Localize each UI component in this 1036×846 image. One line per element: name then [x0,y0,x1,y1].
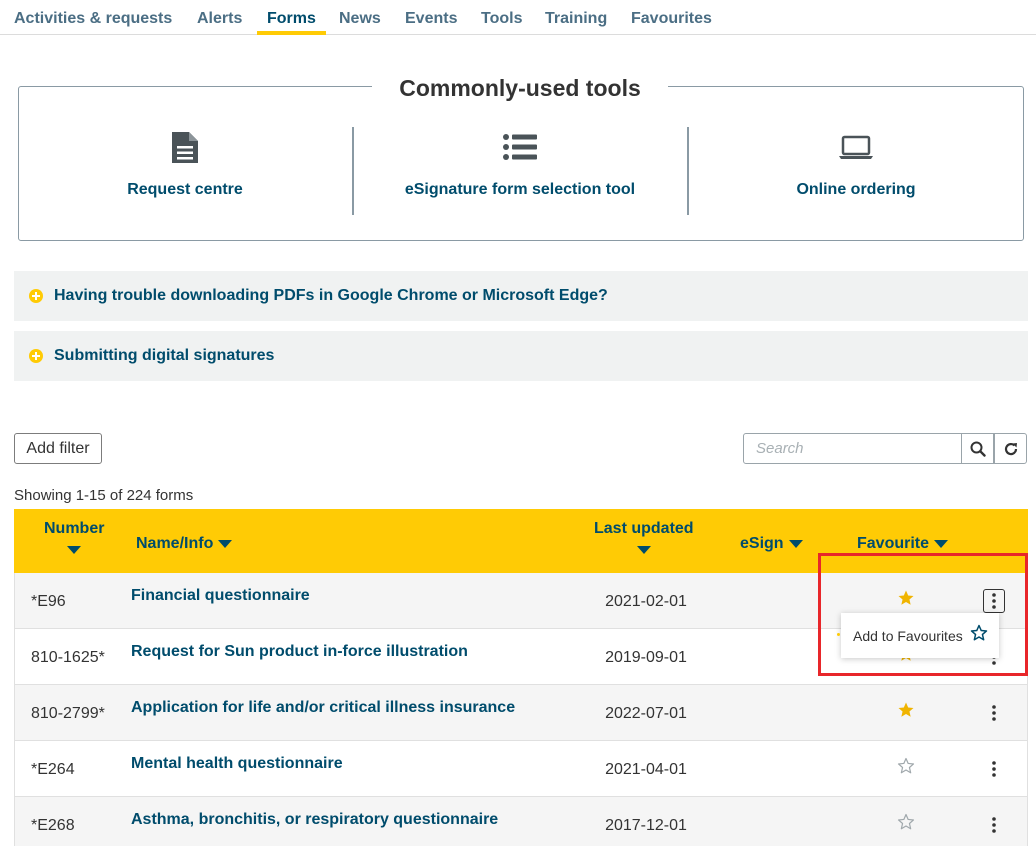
form-name-link[interactable]: Financial questionnaire [131,587,310,605]
accordion-pdf-download-help[interactable]: Having trouble downloading PDFs in Googl… [14,271,1028,321]
tool-online-ordering[interactable]: Online ordering [689,130,1023,199]
form-name-link[interactable]: Application for life and/or critical ill… [131,699,515,717]
header-label: eSign [740,535,784,552]
star-outline-icon[interactable] [897,813,917,833]
tool-label: Online ordering [796,181,916,198]
kebab-icon [992,817,996,833]
star-filled-icon[interactable] [897,701,917,721]
accordion-label: Submitting digital signatures [54,347,275,364]
tab-news[interactable]: News [339,10,381,28]
tool-esignature-selection[interactable]: eSignature form selection tool [353,130,687,199]
sort-caret-icon [218,539,233,548]
form-number: *E268 [31,817,75,834]
kebab-icon [992,705,996,721]
document-icon [18,130,352,164]
form-name-link[interactable]: Mental health questionnaire [131,755,343,773]
column-header-name[interactable]: Name/Info [136,535,233,553]
sort-caret-icon [67,546,82,554]
last-updated-date: 2022-07-01 [605,705,687,722]
header-label: Name/Info [136,535,214,552]
more-options-button[interactable] [983,589,1005,613]
menu-item-label: Add to Favourites [853,627,963,644]
list-icon [353,130,687,164]
last-updated-date: 2021-04-01 [605,761,687,778]
form-number: 810-2799* [31,705,105,722]
more-options-button[interactable] [983,813,1005,837]
refresh-icon [1004,442,1017,455]
header-label: Number [44,520,105,537]
tool-request-centre[interactable]: Request centre [18,130,352,199]
tab-training[interactable]: Training [545,10,607,28]
form-name-link[interactable]: Asthma, bronchitis, or respiratory quest… [131,811,498,829]
tab-tools[interactable]: Tools [481,10,522,28]
form-number: 810-1625* [31,649,105,666]
refresh-button[interactable] [994,433,1027,464]
table-header: Number Name/Info Last updated eSign Favo… [14,509,1028,573]
column-header-esign[interactable]: eSign [740,535,803,553]
column-header-favourite[interactable]: Favourite [857,535,949,553]
bullet-dot [837,633,840,636]
add-to-favourites-menu-item[interactable]: Add to Favourites [837,613,999,658]
laptop-icon [689,130,1023,164]
kebab-icon [992,593,996,609]
accordion-label: Having trouble downloading PDFs in Googl… [54,287,608,304]
last-updated-date: 2021-02-01 [605,593,687,610]
sort-caret-icon [636,546,651,554]
tool-label: Request centre [127,181,243,198]
table-row: *E264 Mental health questionnaire 2021-0… [14,741,1028,797]
table-row: *E268 Asthma, bronchitis, or respiratory… [14,797,1028,846]
plus-circle-icon [29,349,43,363]
accordion-digital-signatures[interactable]: Submitting digital signatures [14,331,1028,381]
tools-title: Commonly-used tools [372,74,668,104]
add-filter-button[interactable]: Add filter [14,433,102,464]
form-name-link[interactable]: Request for Sun product in-force illustr… [131,643,468,661]
star-outline-icon [970,624,988,647]
more-options-button[interactable] [983,701,1005,725]
header-label: Favourite [857,535,930,552]
tab-activities-requests[interactable]: Activities & requests [14,10,172,28]
column-header-number[interactable]: Number [44,520,104,554]
star-filled-icon[interactable] [897,589,917,609]
search-button[interactable] [961,433,994,464]
tab-events[interactable]: Events [405,10,457,28]
more-options-button[interactable] [983,757,1005,781]
tool-label: eSignature form selection tool [404,181,636,198]
star-outline-icon[interactable] [897,757,917,777]
tab-favourites[interactable]: Favourites [631,10,712,28]
kebab-icon [992,761,996,777]
sort-caret-icon [934,539,949,548]
table-row: 810-2799* Application for life and/or cr… [14,685,1028,741]
last-updated-date: 2019-09-01 [605,649,687,666]
form-number: *E96 [31,593,66,610]
header-label: Last updated [594,520,694,537]
last-updated-date: 2017-12-01 [605,817,687,834]
sort-caret-icon [788,539,803,548]
search-input[interactable] [743,433,962,464]
column-header-last-updated[interactable]: Last updated [594,520,694,554]
plus-circle-icon [29,289,43,303]
search-icon [970,441,986,457]
tab-forms[interactable]: Forms [257,10,326,35]
tab-alerts[interactable]: Alerts [197,10,242,28]
top-navigation: Activities & requests Alerts Forms News … [0,0,1036,35]
results-count: Showing 1-15 of 224 forms [14,487,194,504]
form-number: *E264 [31,761,75,778]
